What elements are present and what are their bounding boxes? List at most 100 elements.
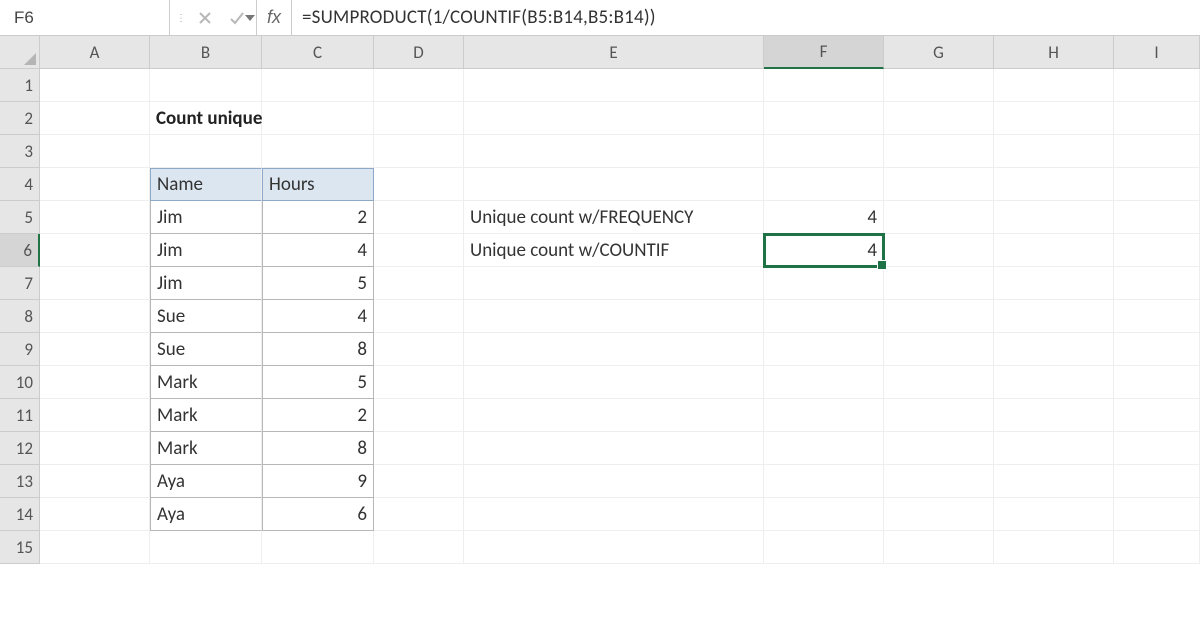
- cell-G6[interactable]: [884, 234, 994, 267]
- cell-A10[interactable]: [40, 366, 150, 399]
- cell-I4[interactable]: [1114, 168, 1200, 201]
- enter-icon[interactable]: [226, 7, 248, 29]
- row-header-14[interactable]: 14: [0, 498, 40, 531]
- cell-I13[interactable]: [1114, 465, 1200, 498]
- cell-C9[interactable]: 8: [262, 333, 374, 366]
- cell-H12[interactable]: [994, 432, 1114, 465]
- cell-D5[interactable]: [374, 201, 464, 234]
- spreadsheet-grid[interactable]: A B C D E F G H I 1 2 Count unique text …: [0, 36, 1200, 564]
- cell-D2[interactable]: [374, 102, 464, 135]
- cell-I9[interactable]: [1114, 333, 1200, 366]
- cell-H6[interactable]: [994, 234, 1114, 267]
- cell-G1[interactable]: [884, 69, 994, 102]
- cell-A5[interactable]: [40, 201, 150, 234]
- cell-E15[interactable]: [464, 531, 764, 564]
- cell-A11[interactable]: [40, 399, 150, 432]
- insert-function-button[interactable]: fx: [257, 0, 292, 35]
- cell-I7[interactable]: [1114, 267, 1200, 300]
- cell-C8[interactable]: 4: [262, 300, 374, 333]
- cell-E13[interactable]: [464, 465, 764, 498]
- cell-C12[interactable]: 8: [262, 432, 374, 465]
- cell-I11[interactable]: [1114, 399, 1200, 432]
- row-header-13[interactable]: 13: [0, 465, 40, 498]
- cell-A15[interactable]: [40, 531, 150, 564]
- cell-G15[interactable]: [884, 531, 994, 564]
- cell-C6[interactable]: 4: [262, 234, 374, 267]
- cell-F11[interactable]: [764, 399, 884, 432]
- cell-G9[interactable]: [884, 333, 994, 366]
- row-header-8[interactable]: 8: [0, 300, 40, 333]
- cell-G4[interactable]: [884, 168, 994, 201]
- row-header-4[interactable]: 4: [0, 168, 40, 201]
- cell-G14[interactable]: [884, 498, 994, 531]
- cell-F7[interactable]: [764, 267, 884, 300]
- cell-E3[interactable]: [464, 135, 764, 168]
- cell-B1[interactable]: [150, 69, 262, 102]
- cell-D3[interactable]: [374, 135, 464, 168]
- cell-C2[interactable]: [262, 102, 374, 135]
- cell-F8[interactable]: [764, 300, 884, 333]
- cell-D14[interactable]: [374, 498, 464, 531]
- cell-A8[interactable]: [40, 300, 150, 333]
- cell-G2[interactable]: [884, 102, 994, 135]
- cell-H11[interactable]: [994, 399, 1114, 432]
- cell-F12[interactable]: [764, 432, 884, 465]
- cell-A7[interactable]: [40, 267, 150, 300]
- cell-D8[interactable]: [374, 300, 464, 333]
- cell-B8[interactable]: Sue: [150, 300, 262, 333]
- cell-E14[interactable]: [464, 498, 764, 531]
- cell-C13[interactable]: 9: [262, 465, 374, 498]
- cell-G3[interactable]: [884, 135, 994, 168]
- cell-F2[interactable]: [764, 102, 884, 135]
- cell-G5[interactable]: [884, 201, 994, 234]
- cell-E10[interactable]: [464, 366, 764, 399]
- cell-C1[interactable]: [262, 69, 374, 102]
- cell-I14[interactable]: [1114, 498, 1200, 531]
- cell-H2[interactable]: [994, 102, 1114, 135]
- col-header-E[interactable]: E: [464, 36, 764, 69]
- cell-E5[interactable]: Unique count w/FREQUENCY: [464, 201, 764, 234]
- cell-A4[interactable]: [40, 168, 150, 201]
- cell-B15[interactable]: [150, 531, 262, 564]
- cell-E11[interactable]: [464, 399, 764, 432]
- col-header-I[interactable]: I: [1114, 36, 1200, 69]
- cell-F13[interactable]: [764, 465, 884, 498]
- cell-A1[interactable]: [40, 69, 150, 102]
- cell-B11[interactable]: Mark: [150, 399, 262, 432]
- cell-H1[interactable]: [994, 69, 1114, 102]
- cell-A12[interactable]: [40, 432, 150, 465]
- cell-B4[interactable]: Name: [150, 168, 262, 201]
- cell-G10[interactable]: [884, 366, 994, 399]
- cell-I10[interactable]: [1114, 366, 1200, 399]
- cell-E4[interactable]: [464, 168, 764, 201]
- cell-D7[interactable]: [374, 267, 464, 300]
- cell-D1[interactable]: [374, 69, 464, 102]
- cell-A3[interactable]: [40, 135, 150, 168]
- cell-D10[interactable]: [374, 366, 464, 399]
- select-all-corner[interactable]: [0, 36, 40, 69]
- cell-G7[interactable]: [884, 267, 994, 300]
- cell-E2[interactable]: [464, 102, 764, 135]
- cell-D13[interactable]: [374, 465, 464, 498]
- row-header-9[interactable]: 9: [0, 333, 40, 366]
- cell-D6[interactable]: [374, 234, 464, 267]
- row-header-6[interactable]: 6: [0, 234, 40, 267]
- row-header-5[interactable]: 5: [0, 201, 40, 234]
- cell-I12[interactable]: [1114, 432, 1200, 465]
- cell-I6[interactable]: [1114, 234, 1200, 267]
- col-header-H[interactable]: H: [994, 36, 1114, 69]
- cell-F3[interactable]: [764, 135, 884, 168]
- cell-F6[interactable]: 4: [764, 234, 884, 267]
- cell-B10[interactable]: Mark: [150, 366, 262, 399]
- cell-B6[interactable]: Jim: [150, 234, 262, 267]
- cell-B3[interactable]: [150, 135, 262, 168]
- cell-D12[interactable]: [374, 432, 464, 465]
- cell-C3[interactable]: [262, 135, 374, 168]
- col-header-D[interactable]: D: [374, 36, 464, 69]
- cancel-icon[interactable]: [194, 7, 216, 29]
- cell-F1[interactable]: [764, 69, 884, 102]
- cell-F14[interactable]: [764, 498, 884, 531]
- cell-C10[interactable]: 5: [262, 366, 374, 399]
- cell-I8[interactable]: [1114, 300, 1200, 333]
- cell-F9[interactable]: [764, 333, 884, 366]
